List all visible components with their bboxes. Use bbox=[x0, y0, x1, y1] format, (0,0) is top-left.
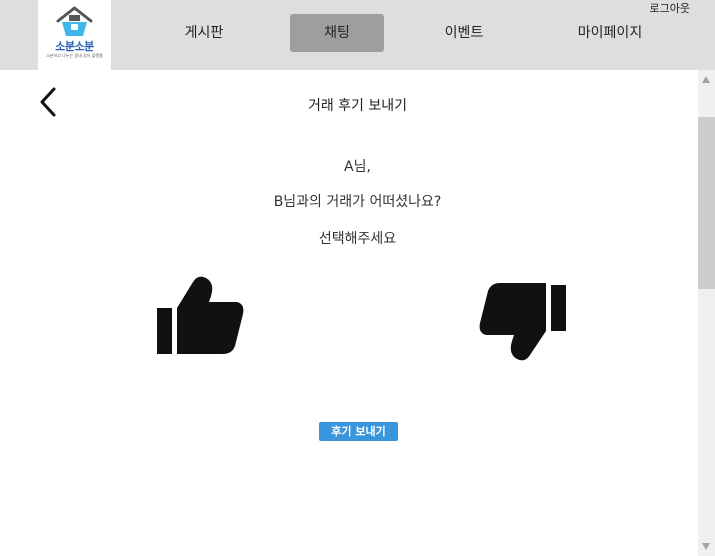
scroll-up-arrow-icon[interactable] bbox=[702, 76, 710, 83]
top-navigation-bar: 소분소분 소분하고 나누는 동네 공유 플랫폼 게시판 채팅 이벤트 마이페이지… bbox=[0, 0, 715, 70]
thumbs-down-icon bbox=[479, 283, 566, 361]
like-button[interactable] bbox=[155, 274, 245, 360]
submit-review-button[interactable]: 후기 보내기 bbox=[319, 422, 398, 441]
question-text: B님과의 거래가 어떠셨나요? bbox=[273, 194, 442, 210]
nav-tab-chat[interactable]: 채팅 bbox=[290, 14, 384, 52]
scroll-down-arrow-icon[interactable] bbox=[702, 543, 710, 550]
nav-tab-event[interactable]: 이벤트 bbox=[420, 14, 508, 52]
vertical-scrollbar[interactable] bbox=[698, 70, 715, 556]
thumbs-up-icon bbox=[157, 276, 244, 354]
logo-tagline: 소분하고 나누는 동네 공유 플랫폼 bbox=[46, 53, 103, 58]
nav-tab-mypage[interactable]: 마이페이지 bbox=[560, 14, 660, 52]
page-title: 거래 후기 보내기 bbox=[307, 98, 408, 114]
logo-text: 소분소분 bbox=[55, 40, 94, 53]
logo[interactable]: 소분소분 소분하고 나누는 동네 공유 플랫폼 bbox=[38, 0, 111, 70]
house-basket-icon bbox=[56, 6, 93, 36]
greeting-text: A님, bbox=[344, 159, 371, 175]
instruction-text: 선택해주세요 bbox=[318, 231, 397, 247]
logout-link[interactable]: 로그아웃 bbox=[650, 0, 690, 16]
dislike-button[interactable] bbox=[478, 283, 568, 367]
nav-tab-board[interactable]: 게시판 bbox=[160, 14, 248, 52]
scrollbar-thumb[interactable] bbox=[698, 117, 715, 289]
